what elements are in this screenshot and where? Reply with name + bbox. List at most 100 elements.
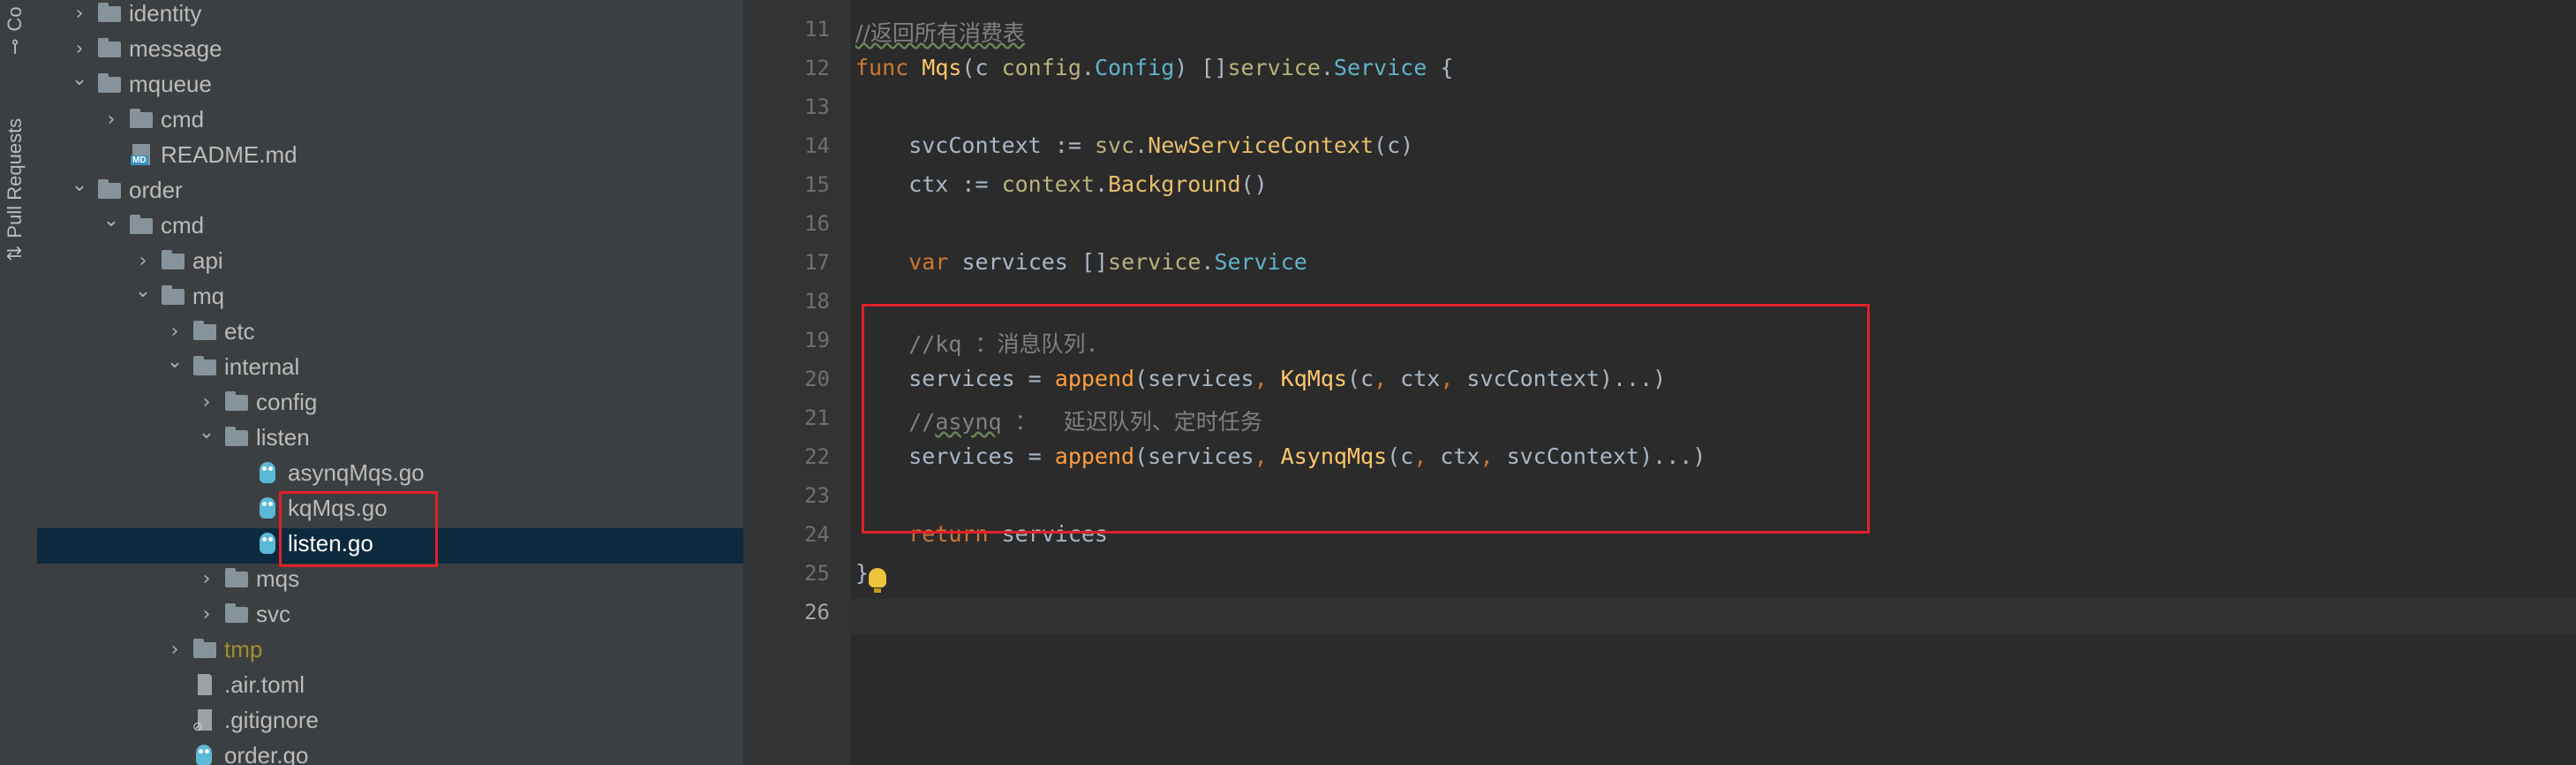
tree-item-label: order [129,177,183,203]
pull-requests-tab-label: Pull Requests [4,117,26,239]
tree-item-tmp[interactable]: › tmp [37,634,743,670]
line-number: 16 [804,211,830,236]
tree-item-label: etc [224,318,255,345]
line-number: 23 [804,483,830,508]
line-number: 18 [804,289,830,314]
line-number: 19 [804,328,830,352]
tree-item-order[interactable]: ⌄ order [37,175,743,210]
tree-item-label: internal [224,353,300,380]
chevron-right-icon[interactable]: › [69,4,90,25]
code-highlight-box [862,304,1870,534]
chevron-right-icon[interactable]: › [196,604,217,625]
folder-icon [97,38,122,59]
tree-item-label: README.md [161,141,298,168]
folder-icon [224,391,249,413]
pull-request-icon: ⇅ [4,245,26,261]
chevron-down-icon[interactable]: ⌄ [101,210,122,231]
chevron-right-icon[interactable]: › [164,322,185,343]
line-number: 24 [804,522,830,547]
pull-requests-tool-tab[interactable]: ⇅ Pull Requests [4,118,26,261]
tree-item-label: identity [129,0,202,27]
folder-icon [161,250,185,271]
go-file-icon [192,745,217,765]
line-number: 21 [804,405,830,430]
tree-highlight-box [279,491,438,567]
tree-item-svc[interactable]: › svc [37,599,743,634]
intention-bulb-icon[interactable] [869,568,886,593]
line-number: 20 [804,367,830,391]
chevron-down-icon[interactable]: ⌄ [69,175,90,196]
line-number: 26 [804,600,830,625]
commit-tool-tab[interactable]: ⊸ Co [4,6,26,55]
tree-item-etc[interactable]: › etc [37,316,743,352]
tree-item-mqueue[interactable]: ⌄ mqueue [37,69,743,104]
tree-item-readme-md[interactable]: MD README.md [37,140,743,175]
tree-item-label: mq [192,283,225,309]
line-number: 13 [804,95,830,119]
markdown-file-icon: MD [129,144,154,165]
folder-icon [224,568,249,589]
code-line: //返回所有消费表 [855,20,1025,46]
chevron-right-icon[interactable]: › [196,569,217,590]
line-number: 25 [804,561,830,586]
tree-item-asynqmqs-go[interactable]: asynqMqs.go [37,458,743,493]
chevron-right-icon[interactable]: › [132,251,154,272]
folder-icon [161,285,185,307]
chevron-down-icon[interactable]: ⌄ [164,352,185,373]
line-number: 15 [804,172,830,197]
tree-item-mqs[interactable]: › mqs [37,564,743,599]
folder-icon [192,639,217,660]
line-number: 12 [804,56,830,80]
folder-icon [224,603,249,625]
tree-item-label: message [129,35,222,62]
folder-icon [192,321,217,342]
tree-item-identity[interactable]: › identity [37,0,743,34]
tree-item-label: svc [256,601,290,627]
line-number: 11 [804,17,830,42]
folder-icon [97,73,122,95]
tree-item-air-toml[interactable]: .air.toml [37,670,743,705]
chevron-down-icon[interactable]: ⌄ [196,422,217,443]
go-file-icon [256,533,281,554]
tree-item-label: mqs [256,565,300,592]
tree-item-config[interactable]: › config [37,387,743,422]
tree-item-mq[interactable]: ⌄ mq [37,281,743,316]
folder-icon [97,179,122,201]
folder-icon [129,215,154,236]
commit-tab-label: Co [4,6,26,32]
tree-item-label: mqueue [129,71,212,97]
line-number: 17 [804,250,830,275]
tree-item-gitignore[interactable]: .gitignore [37,705,743,740]
folder-icon [192,356,217,377]
tool-window-strip: ⊸ Co ⇅ Pull Requests [0,0,38,765]
tree-item-internal[interactable]: ⌄ internal [37,352,743,387]
tree-item-label: cmd [161,106,205,133]
chevron-right-icon[interactable]: › [101,110,122,131]
tree-item-cmd[interactable]: ⌄ cmd [37,210,743,246]
code-line: func Mqs(c config.Config) []service.Serv… [855,55,1454,80]
tree-item-order-go[interactable]: order.go [37,740,743,765]
project-tree[interactable]: › identity › message ⌄ mqueue › cmd MD README.md ⌄… [37,0,743,765]
tree-item-label: asynqMqs.go [288,459,425,486]
go-file-icon [256,462,281,483]
current-line-highlight [851,599,2576,634]
chevron-right-icon[interactable]: › [196,392,217,413]
tree-item-api[interactable]: › api [37,246,743,281]
folder-icon [97,3,122,24]
gitignore-file-icon [192,709,217,734]
tree-item-label: listen [256,424,310,451]
tree-item-label: .air.toml [224,671,305,698]
tree-item-listen[interactable]: ⌄ listen [37,422,743,458]
line-number-gutter: 11 12 13 14 15 16 17 18 19 20 21 22 23 24 25 26 [743,0,852,765]
tree-item-label: api [192,247,223,274]
tree-item-message[interactable]: › message [37,34,743,69]
tree-item-cmd[interactable]: › cmd [37,104,743,140]
commit-icon: ⊸ [4,38,26,55]
chevron-down-icon[interactable]: ⌄ [132,281,154,302]
code-line: } [855,560,870,586]
text-file-icon [192,674,217,695]
chevron-right-icon[interactable]: › [69,39,90,60]
chevron-right-icon[interactable]: › [164,640,185,661]
code-line: ctx := context.Background() [855,171,1268,197]
chevron-down-icon[interactable]: ⌄ [69,69,90,90]
